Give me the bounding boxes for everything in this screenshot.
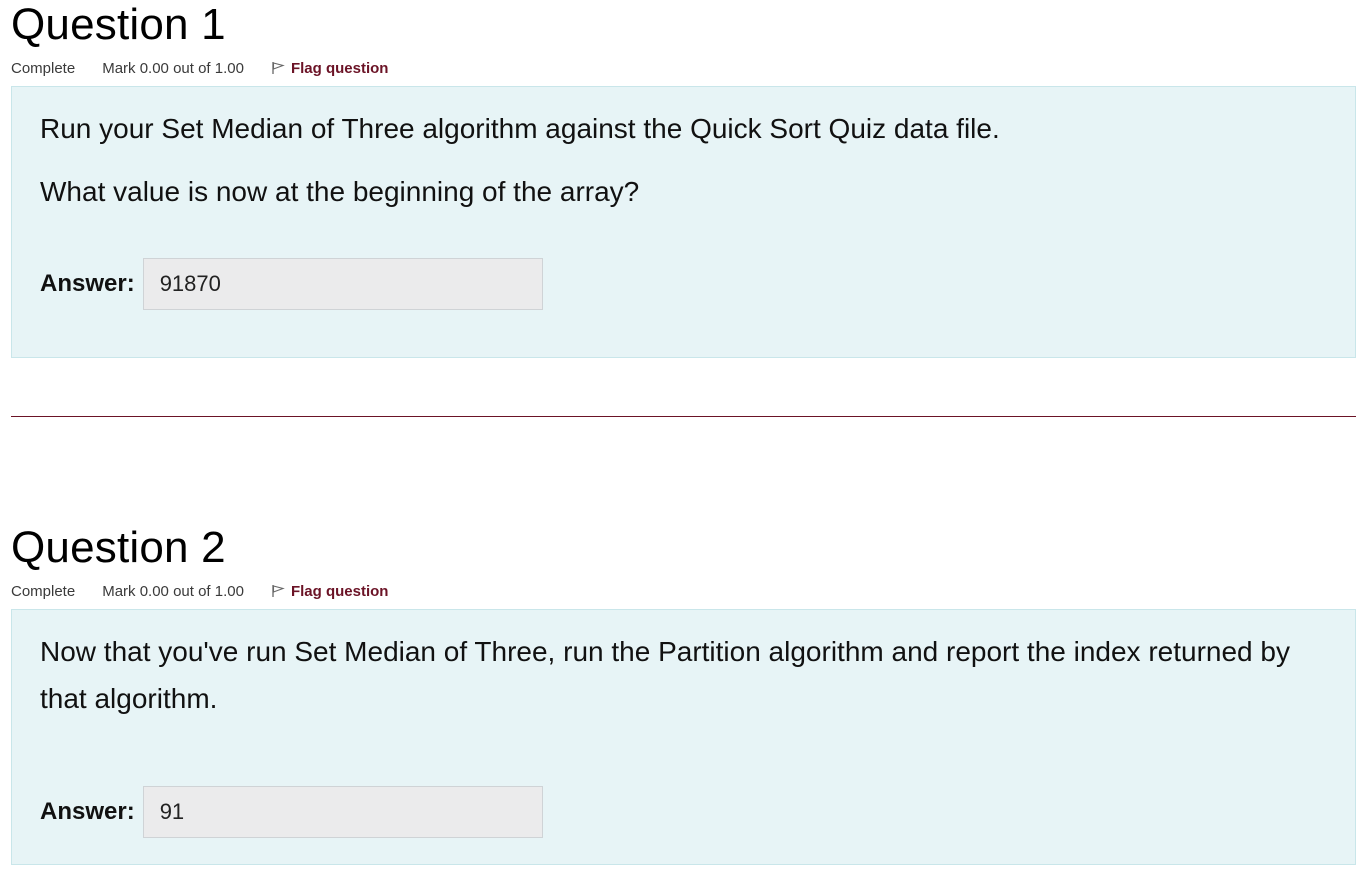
- answer-label: Answer:: [40, 270, 135, 297]
- question-text-line: What value is now at the beginning of th…: [40, 176, 640, 207]
- question-info: Complete Mark 0.00 out of 1.00 Flag ques…: [11, 50, 1356, 86]
- question-mark: Mark 0.00 out of 1.00: [102, 59, 244, 77]
- question-formulation: Run your Set Median of Three algorithm a…: [11, 86, 1356, 358]
- flag-question-label: Flag question: [290, 59, 389, 77]
- question-text: Now that you've run Set Median of Three,…: [40, 610, 1327, 722]
- question-1: Question 1 Complete Mark 0.00 out of 1.0…: [11, 0, 1356, 358]
- flag-question-label: Flag question: [290, 582, 389, 600]
- answer-field[interactable]: [142, 258, 543, 310]
- question-text-line: Run your Set Median of Three algorithm a…: [40, 113, 1000, 144]
- question-state: Complete: [11, 59, 76, 77]
- quiz-review-page: Question 1 Complete Mark 0.00 out of 1.0…: [0, 0, 1361, 873]
- question-state: Complete: [11, 582, 76, 600]
- question-divider: [11, 416, 1356, 417]
- flag-question-link[interactable]: Flag question: [271, 582, 389, 600]
- question-title: Question 1: [11, 0, 226, 49]
- flag-icon: [272, 62, 285, 74]
- flag-question-link[interactable]: Flag question: [271, 59, 389, 77]
- question-mark: Mark 0.00 out of 1.00: [102, 582, 244, 600]
- question-text: Run your Set Median of Three algorithm a…: [40, 87, 1327, 215]
- question-info: Complete Mark 0.00 out of 1.00 Flag ques…: [11, 573, 1356, 609]
- question-formulation: Now that you've run Set Median of Three,…: [11, 609, 1356, 865]
- answer-row: Answer:: [40, 786, 1327, 838]
- question-title: Question 2: [11, 523, 226, 572]
- flag-icon: [272, 585, 285, 597]
- question-2: Question 2 Complete Mark 0.00 out of 1.0…: [11, 523, 1356, 865]
- answer-field[interactable]: [142, 786, 543, 838]
- answer-label: Answer:: [40, 798, 135, 825]
- answer-row: Answer:: [40, 258, 1327, 310]
- question-text-line: Now that you've run Set Median of Three,…: [40, 636, 1290, 714]
